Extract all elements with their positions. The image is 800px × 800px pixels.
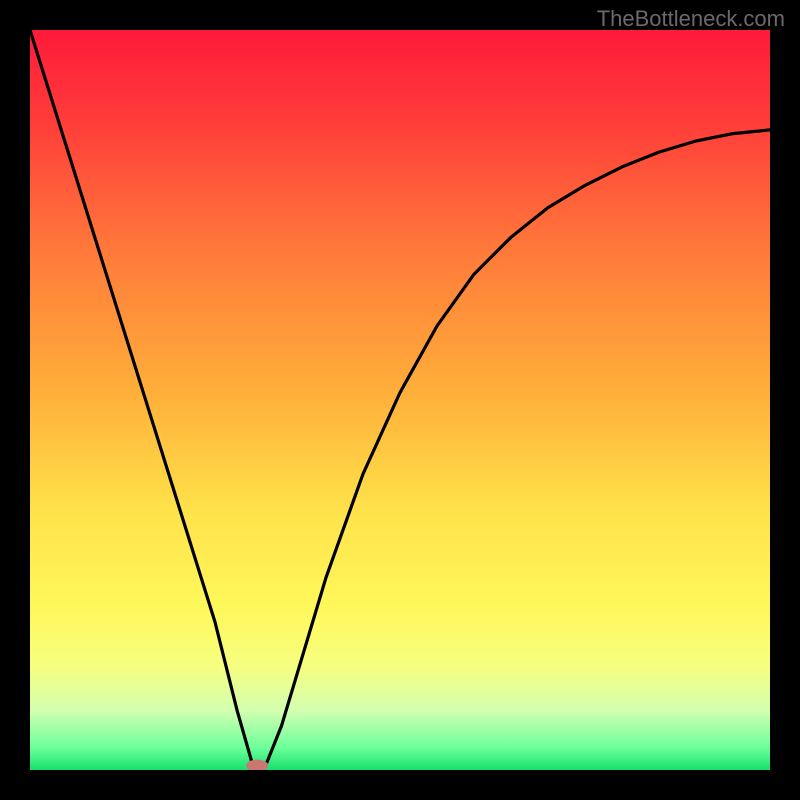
chart-frame: TheBottleneck.com — [0, 0, 800, 800]
chart-background — [30, 30, 770, 770]
watermark-text: TheBottleneck.com — [597, 6, 785, 32]
chart-plot-area — [30, 30, 770, 770]
chart-svg — [30, 30, 770, 770]
